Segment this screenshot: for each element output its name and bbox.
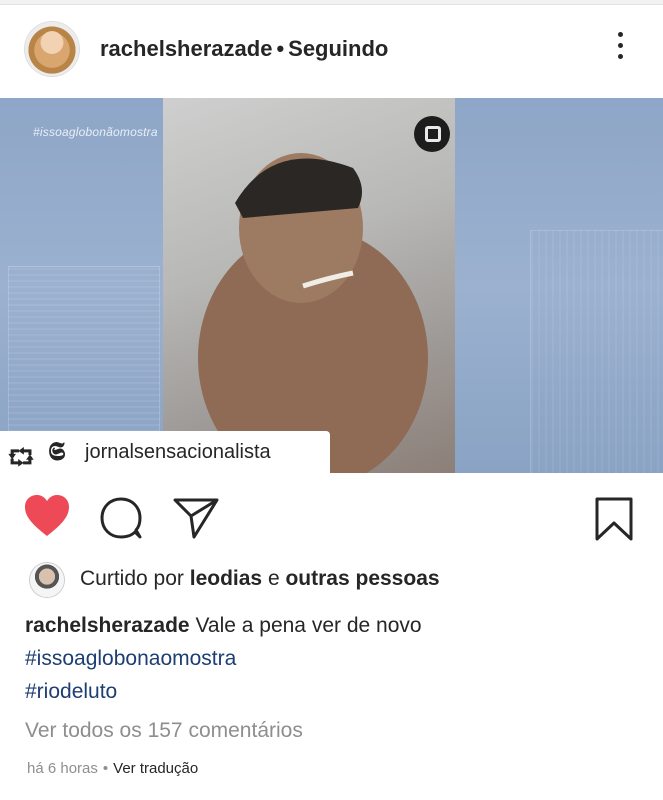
author-line: rachelsherazade • Seguindo — [100, 36, 388, 62]
repost-username[interactable]: jornalsensacionalista — [85, 441, 271, 464]
liker-avatar[interactable] — [30, 563, 64, 597]
more-options-icon[interactable] — [608, 32, 632, 68]
repost-attribution[interactable]: ⮔ 𝕾 jornalsensacionalista — [0, 431, 330, 473]
likes-conjunction: e — [267, 567, 280, 590]
background-panel — [530, 230, 663, 473]
video-badge-icon — [414, 116, 450, 152]
video-subject-image — [198, 153, 428, 473]
media-hashtag-overlay: #issoaglobonãomostra — [33, 125, 158, 139]
translate-link[interactable]: Ver tradução — [113, 760, 198, 777]
author-avatar[interactable] — [25, 22, 79, 76]
comment-icon[interactable] — [98, 496, 144, 540]
post-caption: rachelsherazade Vale a pena ver de novo … — [25, 609, 645, 708]
meta-separator: • — [102, 760, 109, 777]
header-separator: • — [276, 36, 285, 61]
heart-filled-icon[interactable] — [23, 494, 71, 538]
action-bar — [0, 488, 663, 548]
post-timestamp: há 6 horas — [27, 760, 98, 777]
post-meta: há 6 horas • Ver tradução — [27, 760, 198, 777]
repost-icon: ⮔ — [8, 445, 35, 470]
post-header: rachelsherazade • Seguindo — [0, 18, 663, 82]
repost-brand-logo-icon: 𝕾 — [48, 437, 66, 467]
post-media[interactable]: #issoaglobonãomostra ⮔ 𝕾 jornalsensacion… — [0, 98, 663, 473]
author-username[interactable]: rachelsherazade — [100, 36, 272, 61]
follow-status[interactable]: Seguindo — [288, 36, 388, 61]
caption-hashtag[interactable]: #riodeluto — [25, 675, 645, 708]
likes-others-link[interactable]: outras pessoas — [285, 567, 439, 590]
caption-author[interactable]: rachelsherazade — [25, 614, 190, 637]
send-icon[interactable] — [172, 496, 220, 540]
caption-text: Vale a pena ver de novo — [195, 614, 422, 637]
likes-prefix: Curtido por — [80, 567, 184, 590]
status-divider — [0, 0, 663, 5]
caption-hashtag[interactable]: #issoaglobonaomostra — [25, 642, 645, 675]
view-all-comments-link[interactable]: Ver todos os 157 comentários — [25, 719, 303, 743]
video-frame[interactable] — [163, 98, 455, 473]
likes-text: Curtido por leodias e outras pessoas — [80, 567, 440, 591]
liker-username[interactable]: leodias — [190, 567, 262, 590]
bookmark-icon[interactable] — [592, 496, 636, 542]
